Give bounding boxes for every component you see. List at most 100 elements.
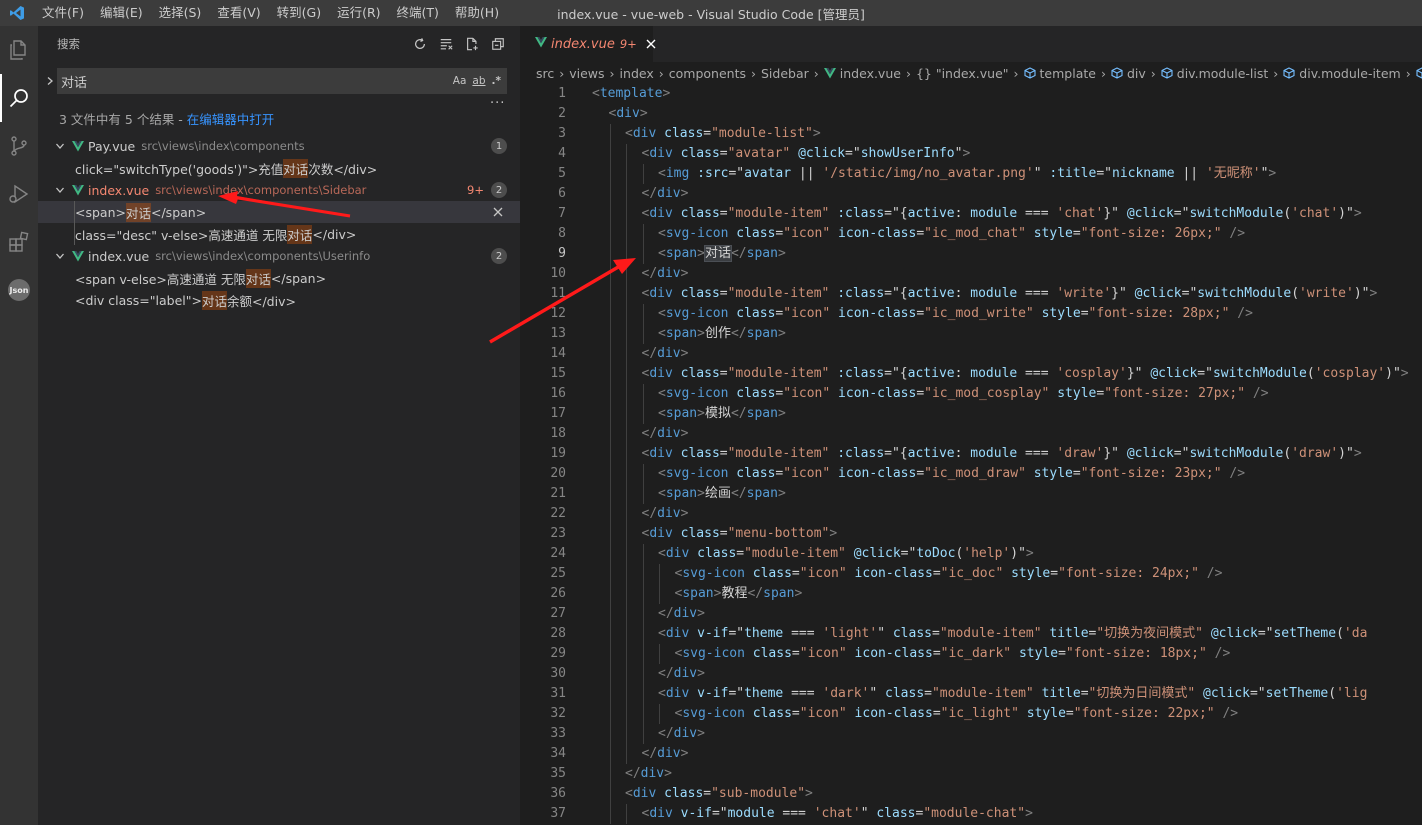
explorer-icon[interactable] bbox=[0, 26, 38, 74]
code-token: > bbox=[680, 426, 689, 441]
collapse-all-icon[interactable] bbox=[490, 36, 506, 52]
code-token: = bbox=[719, 366, 728, 381]
search-icon[interactable] bbox=[0, 74, 38, 122]
menu-item[interactable]: 选择(S) bbox=[151, 0, 210, 26]
result-match-row[interactable]: class="desc" v-else>高速通道 无限 对话 </div> bbox=[38, 223, 520, 245]
chevron-down-icon[interactable] bbox=[52, 185, 68, 195]
code-token: =" bbox=[900, 546, 917, 561]
code-token: "menu-bottom" bbox=[727, 526, 830, 541]
json-icon[interactable]: Json bbox=[0, 266, 38, 314]
code-token: "ic_mod_cosplay" bbox=[924, 386, 1050, 401]
chevron-down-icon[interactable] bbox=[52, 251, 68, 261]
code-token: = bbox=[1072, 466, 1081, 481]
result-file-row[interactable]: index.vue src\views\index\components\Side… bbox=[38, 179, 520, 201]
result-match-row[interactable]: <span> 对话 </span> bbox=[38, 201, 520, 223]
run-debug-icon[interactable] bbox=[0, 170, 38, 218]
code-token: 绘画 bbox=[704, 486, 731, 501]
extensions-icon[interactable] bbox=[0, 218, 38, 266]
close-tab-icon[interactable] bbox=[646, 37, 656, 51]
tab-index-vue[interactable]: index.vue 9+ bbox=[520, 26, 656, 62]
code-token: ( bbox=[1336, 626, 1344, 641]
search-input[interactable]: 对话 Aa ab .* bbox=[57, 68, 507, 94]
code-line: <template> bbox=[592, 84, 1422, 104]
breadcrumb-item[interactable]: div bbox=[1111, 66, 1146, 81]
menu-item[interactable]: 运行(R) bbox=[329, 0, 388, 26]
code-token: :class bbox=[837, 206, 885, 221]
breadcrumb-item[interactable]: spa bbox=[1416, 66, 1422, 81]
more-options-icon[interactable]: ··· bbox=[490, 96, 505, 111]
code-token: > bbox=[697, 606, 705, 621]
line-number: 7 bbox=[558, 206, 566, 221]
code-view[interactable]: 1 2 3 4 5 6 7 8 9 10 11 12 13 14 15 16 17 18 19 20 21 22 23 24 2… bbox=[520, 84, 1422, 825]
sidebar-header: 搜索 bbox=[38, 26, 520, 62]
match-case-toggle[interactable]: Aa bbox=[453, 75, 467, 87]
breadcrumb-item[interactable]: template bbox=[1023, 66, 1096, 81]
dismiss-match-icon[interactable] bbox=[491, 205, 505, 219]
clear-results-icon[interactable] bbox=[438, 36, 454, 52]
code-token: 'lig bbox=[1336, 686, 1368, 701]
code-token: = bbox=[703, 786, 712, 801]
menu-item[interactable]: 编辑(E) bbox=[92, 0, 151, 26]
code-token: @click bbox=[1203, 686, 1250, 701]
breadcrumb-item[interactable]: components bbox=[669, 66, 746, 81]
code-token: =" bbox=[1096, 166, 1112, 181]
open-in-editor-link[interactable]: 在编辑器中打开 bbox=[187, 112, 275, 127]
chevron-down-icon[interactable] bbox=[52, 141, 68, 151]
breadcrumb-item[interactable]: div.module-item bbox=[1283, 66, 1401, 81]
result-file-row[interactable]: index.vue src\views\index\components\User… bbox=[38, 245, 520, 267]
source-control-icon[interactable] bbox=[0, 122, 38, 170]
code-token: 'draw' bbox=[1056, 446, 1104, 461]
breadcrumb-item[interactable]: div.module-list bbox=[1161, 66, 1268, 81]
code-token: > bbox=[1268, 166, 1277, 181]
code-token: = bbox=[736, 546, 745, 561]
breadcrumb: src › views › index › components › Sidebar › index… bbox=[520, 62, 1422, 84]
result-match-row[interactable]: click="switchType('goods')">充值 对话 次数</div> bbox=[38, 157, 520, 179]
breadcrumb-item[interactable]: src bbox=[536, 66, 554, 81]
menu-item[interactable]: 转到(G) bbox=[269, 0, 329, 26]
result-match-row[interactable]: <span v-else>高速通道 无限 对话 </span> bbox=[38, 267, 520, 289]
code-token: @click bbox=[1126, 206, 1174, 221]
code-line: <svg-icon class="icon" icon-class="ic_mo… bbox=[592, 304, 1422, 324]
refresh-icon[interactable] bbox=[412, 36, 428, 52]
result-file-row[interactable]: Pay.vue src\views\index\components 1 bbox=[38, 135, 520, 157]
use-regex-toggle[interactable]: .* bbox=[492, 75, 501, 87]
results-summary-text: 3 文件中有 5 个结果 - bbox=[59, 112, 187, 127]
code-token: =" bbox=[845, 146, 861, 161]
breadcrumb-item[interactable]: index.vue bbox=[823, 66, 901, 81]
code-token: svg-icon bbox=[682, 706, 745, 721]
results-summary: 3 文件中有 5 个结果 - 在编辑器中打开 bbox=[59, 109, 274, 128]
toggle-replace-chevron-icon[interactable] bbox=[43, 72, 57, 90]
code-token: )" bbox=[1385, 366, 1401, 381]
match-suffix: 余额</div> bbox=[226, 293, 296, 309]
match-whole-word-toggle[interactable]: ab bbox=[472, 75, 485, 87]
code-token: = bbox=[916, 386, 925, 401]
code-token: @click bbox=[1134, 286, 1182, 301]
menu-item[interactable]: 文件(F) bbox=[34, 0, 92, 26]
breadcrumb-item[interactable]: views bbox=[569, 66, 604, 81]
code-token: "ic_light" bbox=[940, 706, 1019, 721]
code-token: > bbox=[812, 126, 821, 141]
line-number: 14 bbox=[550, 346, 566, 361]
result-match-row[interactable]: <div class="label"> 对话 余额</div> bbox=[38, 289, 520, 311]
search-results-tree: Pay.vue src\views\index\components 1 click=… bbox=[38, 135, 520, 311]
line-number: 2 bbox=[558, 106, 566, 121]
breadcrumb-item[interactable]: index bbox=[620, 66, 654, 81]
code-token: < bbox=[658, 686, 666, 701]
menu-item[interactable]: 帮助(H) bbox=[447, 0, 507, 26]
code-token: "font-size: 24px;" bbox=[1058, 566, 1199, 581]
menu-item[interactable]: 查看(V) bbox=[209, 0, 268, 26]
line-number: 22 bbox=[550, 506, 566, 521]
code-token: > bbox=[697, 406, 705, 421]
breadcrumb-item[interactable]: {} "index.vue" bbox=[916, 66, 1009, 81]
code-token: 'help' bbox=[963, 546, 1011, 561]
breadcrumb-item[interactable]: Sidebar bbox=[761, 66, 809, 81]
tab-problem-count: 9+ bbox=[619, 37, 637, 51]
new-search-editor-icon[interactable] bbox=[464, 36, 480, 52]
code-token: 'cosplay' bbox=[1056, 366, 1127, 381]
breadcrumb-separator: › bbox=[750, 65, 756, 81]
menu-item[interactable]: 终端(T) bbox=[389, 0, 447, 26]
